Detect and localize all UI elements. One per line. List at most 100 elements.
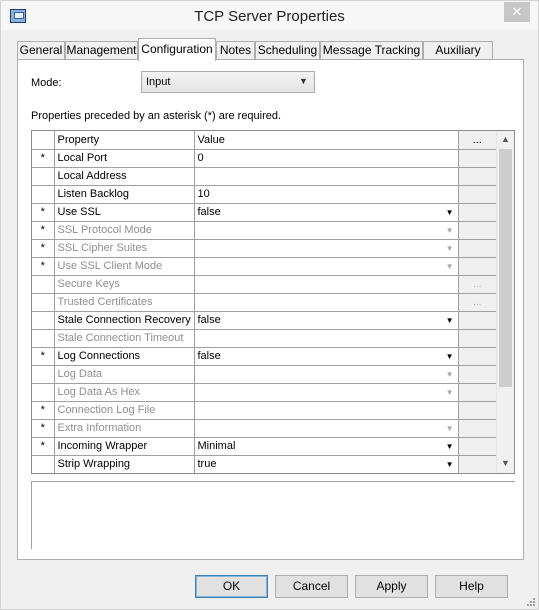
properties-dialog: TCP Server Properties ✕ General Manageme… [0, 0, 539, 610]
property-name: Extra Information [53, 418, 195, 438]
required-marker [32, 274, 55, 294]
tab-notes[interactable]: Notes [216, 41, 255, 60]
property-row[interactable]: * Local Port 0 [32, 148, 496, 168]
required-note: Properties preceded by an asterisk (*) a… [31, 110, 282, 122]
ellipsis-button-cell[interactable]: ... [457, 292, 496, 312]
property-value: 0 [197, 152, 204, 164]
property-name: Local Port [53, 148, 195, 168]
required-column-header [32, 131, 55, 150]
grid-header-row: Property Value ... [32, 131, 496, 150]
property-name: Stale Connection Recovery [53, 310, 195, 330]
property-value-cell[interactable] [193, 166, 459, 186]
ellipsis-button-cell [457, 256, 496, 276]
property-row[interactable]: Log Data As Hex ▼ [32, 382, 496, 402]
ellipsis-button-cell [457, 436, 496, 456]
property-value-cell[interactable]: false ▼ [193, 202, 459, 222]
property-row[interactable]: Stale Connection Recovery false ▼ [32, 310, 496, 330]
property-row[interactable]: * Use SSL Client Mode ▼ [32, 256, 496, 276]
chevron-down-icon: ▼ [445, 261, 454, 271]
tab-message-tracking[interactable]: Message Tracking [320, 41, 423, 60]
property-row[interactable]: Secure Keys... [32, 274, 496, 294]
chevron-down-icon[interactable]: ▼ [446, 208, 454, 217]
property-row[interactable]: * Use SSL false ▼ [32, 202, 496, 222]
property-row[interactable]: * Log Connections false ▼ [32, 346, 496, 366]
property-value-cell: ▼ [193, 418, 459, 438]
property-value-cell[interactable]: true ▼ [193, 454, 459, 473]
property-value-cell[interactable]: false ▼ [193, 346, 459, 366]
ellipsis-button-cell [457, 202, 496, 222]
mode-value: Input [146, 76, 171, 88]
property-row[interactable]: * Incoming Wrapper Minimal ▼ [32, 436, 496, 456]
property-name: Incoming Wrapper [53, 436, 195, 456]
property-row[interactable]: Listen Backlog 10 [32, 184, 496, 204]
property-name: Use SSL [53, 202, 195, 222]
property-row[interactable]: * SSL Cipher Suites ▼ [32, 238, 496, 258]
property-value-cell [193, 274, 459, 294]
chevron-down-icon[interactable]: ▼ [446, 352, 454, 361]
property-value-cell: ▼ [193, 256, 459, 276]
required-marker: * [32, 400, 55, 420]
property-row[interactable]: * Connection Log File [32, 400, 496, 420]
help-button[interactable]: Help [435, 575, 508, 598]
ok-button[interactable]: OK [195, 575, 268, 598]
property-row[interactable]: * SSL Protocol Mode ▼ [32, 220, 496, 240]
tab-configuration[interactable]: Configuration [138, 38, 216, 61]
property-row[interactable]: Stale Connection Timeout [32, 328, 496, 348]
tab-scheduling[interactable]: Scheduling [255, 41, 320, 60]
required-marker: * [32, 220, 55, 240]
property-name: Stale Connection Timeout [53, 328, 195, 348]
cancel-button[interactable]: Cancel [275, 575, 348, 598]
property-row[interactable]: Log Data ▼ [32, 364, 496, 384]
property-value: false [197, 314, 221, 326]
property-name: SSL Cipher Suites [53, 238, 195, 258]
property-name: Connection Log File [53, 400, 195, 420]
ellipsis-button-cell [457, 310, 496, 330]
required-marker: * [32, 346, 55, 366]
tab-management[interactable]: Management [65, 41, 138, 60]
chevron-down-icon[interactable]: ▼ [446, 442, 454, 451]
property-row[interactable]: Strip Wrapping true ▼ [32, 454, 496, 473]
required-marker: * [32, 202, 55, 222]
property-value-cell[interactable]: 10 [193, 184, 459, 204]
property-row[interactable]: Local Address [32, 166, 496, 186]
mode-select[interactable]: Input ▼ [141, 71, 315, 93]
property-name: Use SSL Client Mode [53, 256, 195, 276]
required-marker: * [32, 436, 55, 456]
ellipsis-button-cell [457, 220, 496, 240]
required-marker: * [32, 256, 55, 276]
ellipsis-button-cell [457, 184, 496, 204]
vertical-scrollbar[interactable]: ▲ ▼ [496, 131, 514, 473]
property-value-cell[interactable]: false ▼ [193, 310, 459, 330]
tab-auxiliary-files[interactable]: Auxiliary Files [423, 41, 493, 74]
property-value: true [197, 458, 217, 470]
property-value-cell[interactable]: Minimal ▼ [193, 436, 459, 456]
required-marker [32, 292, 55, 312]
property-row[interactable]: * Extra Information ▼ [32, 418, 496, 438]
required-marker [32, 364, 55, 384]
property-value: false [197, 206, 221, 218]
scrollbar-thumb[interactable] [499, 149, 512, 387]
chevron-down-icon: ▼ [299, 76, 308, 86]
property-name: Log Connections [53, 346, 195, 366]
apply-button[interactable]: Apply [355, 575, 428, 598]
property-value-cell[interactable]: 0 [193, 148, 459, 168]
scroll-down-icon[interactable]: ▼ [497, 455, 514, 472]
required-marker [32, 382, 55, 402]
property-row[interactable]: Trusted Certificates... [32, 292, 496, 312]
ellipsis-button-cell[interactable]: ... [457, 274, 496, 294]
scroll-up-icon[interactable]: ▲ [497, 131, 514, 148]
property-value-cell: ▼ [193, 220, 459, 240]
ellipsis-button-cell [457, 382, 496, 402]
required-marker [32, 166, 55, 186]
chevron-down-icon[interactable]: ▼ [446, 316, 454, 325]
property-name: Strip Wrapping [53, 454, 195, 473]
property-value: 10 [197, 188, 210, 200]
ellipsis-button-cell [457, 238, 496, 258]
property-name: Secure Keys [53, 274, 195, 294]
chevron-down-icon[interactable]: ▼ [446, 460, 454, 469]
ellipsis-button-cell [457, 400, 496, 420]
tab-general[interactable]: General [17, 41, 65, 60]
close-icon[interactable]: ✕ [504, 2, 530, 22]
resize-grip-icon[interactable] [525, 596, 536, 607]
property-value-cell [193, 400, 459, 420]
